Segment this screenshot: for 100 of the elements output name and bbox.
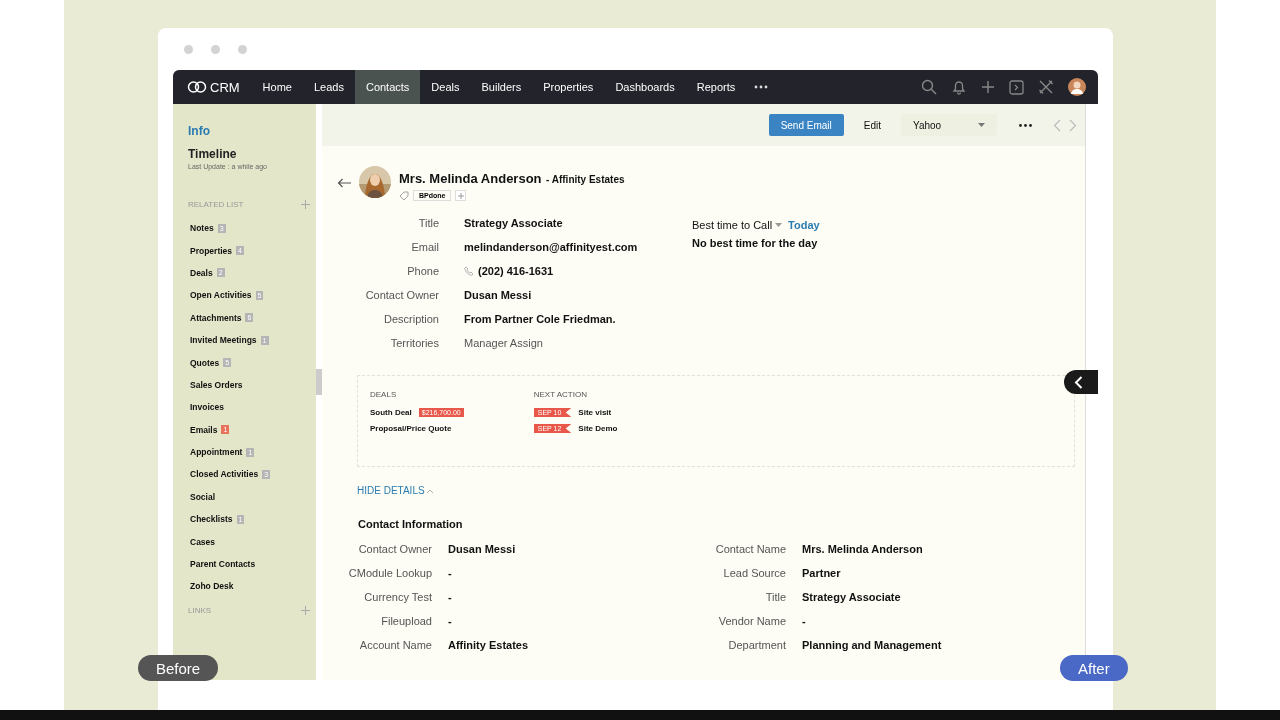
field-value: Dusan Messi [448,543,517,555]
field-value: Partner [802,567,842,579]
field-value: melindanderson@affinityest.com [464,241,638,253]
related-list-item[interactable]: Open Activities [190,290,252,301]
best-time-dropdown[interactable]: Best time to Call [692,219,783,231]
section-heading: Contact Information [358,518,464,530]
window-dot-icon [238,44,247,54]
field-label: Contact Owner [357,543,432,555]
phone-icon[interactable] [464,266,474,276]
field-label: Territories [389,337,439,349]
field-label: Vendor Name [717,615,786,627]
window-dot-icon [184,44,193,54]
related-list-item[interactable]: Invoices [190,402,225,413]
field-value: (202) 416-1631 [478,265,554,277]
dropdown-button[interactable]: Yahoo [901,114,997,136]
next-icon[interactable] [1069,118,1077,132]
related-list-item[interactable]: Invited Meetings [190,335,257,346]
calendar-icon[interactable] [1009,79,1024,95]
field-label: Title [417,217,439,229]
links-heading: LINKS [188,605,212,615]
field-value: From Partner Cole Friedman. [464,313,616,325]
field-label: Department [727,639,786,651]
add-tag-button[interactable] [455,190,467,201]
before-label: Before [138,655,219,681]
sidebar-section-link[interactable]: Info [188,124,210,138]
related-list-item[interactable]: Appointment [190,447,243,458]
action-link[interactable]: Site visit [578,408,612,417]
bell-icon[interactable] [951,79,967,95]
logo-text: CRM [210,79,240,95]
related-list-item[interactable]: Closed Activities [190,469,259,480]
field-label: Currency Test [363,591,432,603]
sidebar-section-link[interactable]: Timeline [188,147,237,161]
more-icon [1018,123,1032,127]
related-list-item[interactable]: Social [190,491,216,502]
back-arrow-icon[interactable] [337,178,351,188]
plus-icon[interactable] [981,80,995,94]
field-label: Contact Owner [364,289,439,301]
after-label: After [1060,655,1128,681]
field-label: Contact Name [714,543,786,555]
field-value: Strategy Associate [464,217,563,229]
field-label: Email [410,241,439,253]
related-list-item[interactable]: Emails [190,424,218,435]
next-action-heading: NEXT ACTION [533,390,588,399]
field-value: - [448,591,453,603]
search-icon[interactable] [921,79,937,95]
related-list-item[interactable]: Notes [190,223,214,234]
related-list-item[interactable]: Checklists [190,514,233,525]
nav-tab[interactable]: Properties [532,70,605,104]
field-value: Dusan Messi [464,289,532,301]
related-list-item[interactable]: Quotes [190,357,220,368]
expand-panel-button[interactable] [1064,370,1098,394]
field-value: Affinity Estates [448,639,530,651]
related-list-item[interactable]: Deals [190,267,213,278]
deal-link[interactable]: Proposal/Price Quote [370,424,452,433]
related-list-item[interactable]: Attachments [190,312,242,323]
action-link[interactable]: Site Demo [578,424,618,433]
field-label: Description [382,313,439,325]
field-label: Fileupload [380,615,432,627]
avatar-icon[interactable] [1068,78,1086,96]
tag-icon [399,190,409,201]
related-list-item[interactable]: Parent Contacts [190,559,256,570]
tools-icon[interactable] [1038,79,1054,95]
deal-link[interactable]: South Deal [370,408,412,417]
field-label: Account Name [358,639,432,651]
field-label: Lead Source [722,567,786,579]
nav-tab[interactable]: Builders [470,70,533,104]
field-value: Planning and Management [802,639,943,651]
company-name: - Affinity Estates [546,174,625,185]
field-label: Title [764,591,786,603]
best-time-note: No best time for the day [692,237,819,249]
previous-icon[interactable] [1053,118,1061,132]
field-value: - [448,615,453,627]
hide-details-link[interactable]: HIDE DETAILS [357,485,425,496]
field-value: - [448,567,453,579]
nav-tab[interactable]: Reports [685,70,747,104]
related-list-item[interactable]: Sales Orders [190,379,243,390]
window-dot-icon [211,44,220,54]
related-list-item[interactable]: Properties [190,245,233,256]
field-value: Manager Assign [464,337,543,349]
related-list-item[interactable]: Zoho Desk [190,581,234,592]
deals-heading: DEALS [370,390,398,399]
field-label: CModule Lookup [347,567,432,579]
more-icon[interactable] [754,85,769,89]
nav-tab[interactable]: Leads [302,70,355,104]
plus-icon[interactable] [301,605,310,615]
toolbar-button[interactable]: Send Email [768,114,844,136]
logo-icon [187,81,207,93]
caret-icon [775,223,783,227]
nav-tab[interactable]: Dashboards [604,70,686,104]
contact-name: Mrs. Melinda Anderson [399,171,542,186]
related-list-item[interactable]: Cases [190,536,216,547]
today-link[interactable]: Today [788,219,820,231]
related-list-heading: RELATED LIST [188,200,244,209]
plus-icon[interactable] [301,200,310,209]
nav-tab[interactable]: Contacts [354,70,421,104]
nav-tab[interactable]: Deals [420,70,471,104]
field-label: Phone [406,265,439,277]
field-value: - [802,615,807,627]
field-value: Strategy Associate [802,591,902,603]
nav-tab[interactable]: Home [251,70,303,104]
